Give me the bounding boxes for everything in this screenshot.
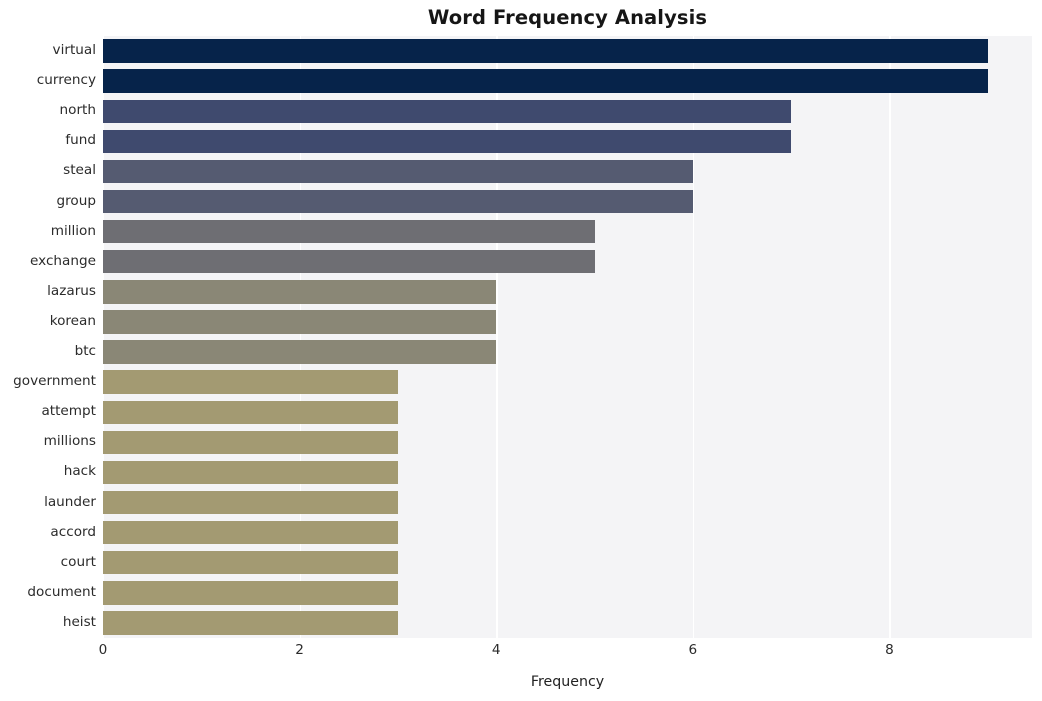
bar-heist (103, 611, 398, 635)
y-tick-label-accord: accord (50, 523, 96, 540)
x-tick-label-2: 2 (295, 642, 304, 658)
bar-currency (103, 69, 988, 93)
y-tick-label-btc: btc (74, 343, 96, 360)
bar-million (103, 219, 595, 244)
bar-row (103, 250, 1032, 274)
y-tick-label-lazarus: lazarus (47, 282, 96, 299)
bar-fund (103, 129, 792, 154)
y-axis-tick-labels: virtual currency north fund steal group millio… (0, 36, 96, 638)
x-tick-label-4: 4 (491, 642, 501, 658)
bar-lazarus (103, 280, 497, 304)
bar-steal (103, 159, 693, 184)
bar-court (103, 551, 398, 575)
bar-row (103, 69, 1032, 93)
bar-hack (103, 460, 398, 485)
y-tick-label-document: document (27, 583, 96, 600)
y-tick-label-million: million (50, 222, 96, 239)
y-tick-label-virtual: virtual (52, 42, 96, 59)
y-tick-label-group: group (56, 192, 96, 209)
y-tick-label-launder: launder (44, 493, 96, 510)
bar-row (103, 310, 1032, 334)
bar-row (103, 129, 1032, 154)
bar-row (103, 370, 1032, 394)
y-tick-label-fund: fund (65, 132, 96, 149)
bar-document (103, 581, 398, 605)
bar-north (103, 99, 792, 123)
bar-millions (103, 430, 398, 455)
y-tick-label-north: north (59, 102, 96, 119)
bar-row (103, 219, 1032, 244)
bar-group (103, 189, 693, 214)
x-axis-tick-labels: 0 2 4 6 8 (99, 642, 1032, 666)
y-tick-label-court: court (60, 553, 96, 570)
bar-attempt (103, 400, 398, 424)
bar-row (103, 189, 1032, 214)
bar-row (103, 490, 1032, 515)
bar-row (103, 159, 1032, 184)
bar-row (103, 430, 1032, 455)
y-tick-label-attempt: attempt (41, 403, 96, 420)
bar-korean (103, 310, 497, 334)
bar-row (103, 99, 1032, 123)
x-axis-title: Frequency (530, 674, 605, 690)
bar-row (103, 611, 1032, 635)
bar-row (103, 581, 1032, 605)
bar-row (103, 520, 1032, 545)
bar-virtual (103, 39, 988, 63)
bar-row (103, 551, 1032, 575)
y-tick-label-steal: steal (63, 162, 96, 179)
bar-government (103, 370, 398, 394)
y-tick-label-exchange: exchange (30, 252, 96, 269)
bar-row (103, 460, 1032, 485)
bar-launder (103, 490, 398, 515)
word-frequency-chart-figure: Word Frequency Analysis virtual currency n… (0, 0, 1042, 701)
bar-row (103, 340, 1032, 364)
chart-title: Word Frequency Analysis (427, 6, 708, 29)
bar-row (103, 280, 1032, 304)
bar-row (103, 400, 1032, 424)
y-tick-label-government: government (13, 373, 96, 390)
bar-exchange (103, 250, 595, 274)
y-tick-label-hack: hack (63, 463, 96, 480)
x-tick-label-0: 0 (98, 642, 108, 658)
x-tick-label-8: 8 (885, 642, 894, 658)
y-tick-label-korean: korean (49, 312, 96, 329)
y-tick-label-heist: heist (62, 613, 96, 630)
y-tick-label-currency: currency (36, 72, 96, 89)
x-tick-label-6: 6 (688, 642, 698, 658)
bar-row (103, 39, 1032, 63)
bars-layer (103, 36, 1032, 638)
bar-btc (103, 340, 497, 364)
y-tick-label-millions: millions (43, 433, 96, 450)
bar-accord (103, 520, 398, 545)
plot-area (103, 36, 1032, 638)
